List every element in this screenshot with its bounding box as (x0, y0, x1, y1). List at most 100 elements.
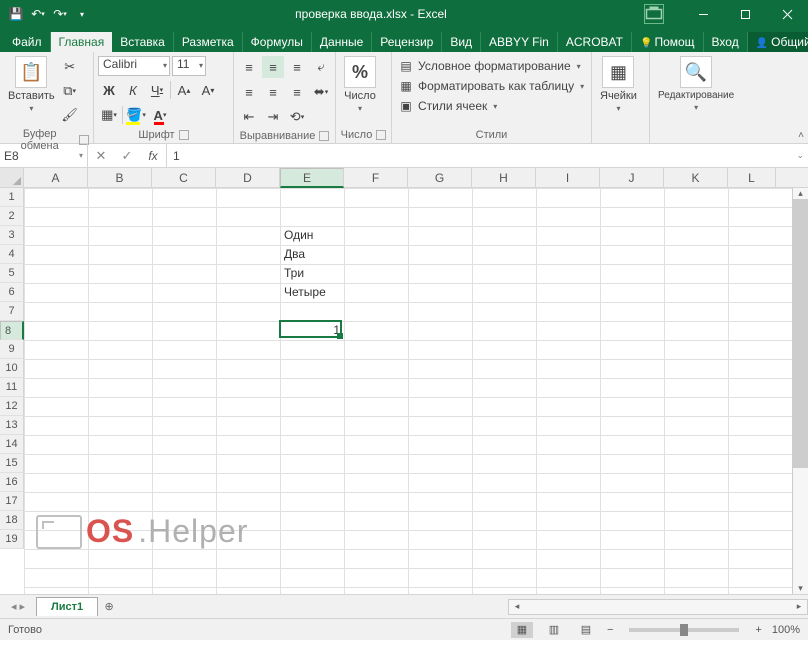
underline-button[interactable]: Ч▾ (146, 79, 168, 101)
tab-abbyy fin[interactable]: ABBYY Fin (481, 32, 558, 52)
align-left-icon[interactable]: ≡ (238, 81, 260, 103)
sheet-nav[interactable]: ◂ ▸ (0, 600, 36, 613)
row-header-4[interactable]: 4 (0, 245, 24, 264)
paste-button[interactable]: 📋 Вставить ▾ (4, 54, 59, 115)
cell-styles-button[interactable]: ▣Стили ячеек▾ (396, 97, 499, 115)
col-header-C[interactable]: C (152, 168, 216, 187)
zoom-out-button[interactable]: − (607, 624, 613, 636)
increase-indent-icon[interactable]: ⇥ (262, 106, 284, 128)
format-painter-icon[interactable]: 🖌 (59, 104, 81, 126)
tell-me[interactable]: Помощ (632, 32, 704, 52)
row-header-19[interactable]: 19 (0, 530, 24, 549)
col-header-A[interactable]: A (24, 168, 88, 187)
signin[interactable]: Вход (704, 32, 748, 52)
align-right-icon[interactable]: ≡ (286, 81, 308, 103)
row-header-14[interactable]: 14 (0, 435, 24, 454)
tab-главная[interactable]: Главная (51, 32, 113, 52)
launcher-icon[interactable] (319, 131, 329, 141)
ribbon-display-options-icon[interactable] (644, 4, 664, 24)
orientation-icon[interactable]: ⟲▾ (286, 106, 308, 128)
zoom-in-button[interactable]: + (755, 624, 761, 636)
col-header-E[interactable]: E (280, 168, 344, 188)
undo-icon[interactable]: ↶▾ (30, 6, 46, 22)
sheet-tab-active[interactable]: Лист1 (36, 597, 98, 616)
tab-acrobat[interactable]: ACROBAT (558, 32, 632, 52)
bold-button[interactable]: Ж (98, 79, 120, 101)
save-icon[interactable]: 💾 (8, 6, 24, 22)
align-middle-icon[interactable]: ≡ (262, 56, 284, 78)
conditional-formatting-button[interactable]: ▤Условное форматирование▾ (396, 57, 583, 75)
fx-icon[interactable]: fx (140, 149, 166, 163)
editing-button[interactable]: 🔍Редактирование▾ (654, 54, 738, 114)
col-header-I[interactable]: I (536, 168, 600, 187)
row-header-7[interactable]: 7 (0, 302, 24, 321)
decrease-font-icon[interactable]: A▾ (197, 79, 219, 101)
close-button[interactable] (766, 0, 808, 28)
cell-E5[interactable]: Три (280, 264, 344, 283)
cell-E3[interactable]: Один (280, 226, 344, 245)
qat-customize-icon[interactable]: ▾ (74, 6, 90, 22)
fill-color-icon[interactable]: 🪣▾ (125, 104, 147, 126)
copy-icon[interactable]: ⧉▾ (59, 80, 81, 102)
font-color-icon[interactable]: A▾ (149, 104, 171, 126)
col-header-B[interactable]: B (88, 168, 152, 187)
formula-input[interactable]: 1⌄ (167, 144, 808, 167)
row-header-15[interactable]: 15 (0, 454, 24, 473)
row-header-3[interactable]: 3 (0, 226, 24, 245)
tab-формулы[interactable]: Формулы (243, 32, 312, 52)
cell-E8[interactable]: 1 (280, 321, 344, 340)
merge-icon[interactable]: ⬌▾ (310, 81, 332, 103)
zoom-slider[interactable] (629, 628, 739, 632)
borders-icon[interactable]: ▦▾ (98, 104, 120, 126)
launcher-icon[interactable] (376, 130, 386, 140)
increase-font-icon[interactable]: A▴ (173, 79, 195, 101)
maximize-button[interactable] (724, 0, 766, 28)
tab-вставка[interactable]: Вставка (112, 32, 174, 52)
col-header-F[interactable]: F (344, 168, 408, 187)
col-header-H[interactable]: H (472, 168, 536, 187)
cut-icon[interactable]: ✂ (59, 56, 81, 78)
col-header-J[interactable]: J (600, 168, 664, 187)
row-header-1[interactable]: 1 (0, 188, 24, 207)
col-header-D[interactable]: D (216, 168, 280, 187)
cells-button[interactable]: ▦Ячейки▾ (596, 54, 641, 115)
row-header-16[interactable]: 16 (0, 473, 24, 492)
expand-formula-icon[interactable]: ⌄ (796, 150, 804, 161)
decrease-indent-icon[interactable]: ⇤ (238, 106, 260, 128)
collapse-ribbon-icon[interactable]: ˄ (798, 130, 804, 141)
wrap-text-icon[interactable]: ⤶ (310, 56, 332, 78)
row-header-17[interactable]: 17 (0, 492, 24, 511)
new-sheet-button[interactable]: ⊕ (98, 600, 120, 613)
normal-view-icon[interactable]: ▦ (511, 622, 533, 638)
row-header-6[interactable]: 6 (0, 283, 24, 302)
row-header-13[interactable]: 13 (0, 416, 24, 435)
row-header-12[interactable]: 12 (0, 397, 24, 416)
cell-E4[interactable]: Два (280, 245, 344, 264)
col-header-L[interactable]: L (728, 168, 776, 187)
redo-icon[interactable]: ↷▾ (52, 6, 68, 22)
col-header-K[interactable]: K (664, 168, 728, 187)
tab-file[interactable]: Файл (4, 32, 51, 52)
enter-icon[interactable]: ✓ (114, 148, 140, 164)
vertical-scrollbar[interactable]: ▴ ▾ (792, 188, 808, 594)
name-box[interactable]: E8▾ (0, 144, 88, 167)
italic-button[interactable]: К (122, 79, 144, 101)
font-name-select[interactable]: Calibri▾ (98, 56, 170, 76)
page-layout-view-icon[interactable]: ▥ (543, 622, 565, 638)
row-header-9[interactable]: 9 (0, 340, 24, 359)
horizontal-scrollbar[interactable]: ◂▸ (508, 599, 808, 615)
tab-разметка[interactable]: Разметка (174, 32, 243, 52)
row-header-18[interactable]: 18 (0, 511, 24, 530)
tab-рецензир[interactable]: Рецензир (372, 32, 442, 52)
launcher-icon[interactable] (179, 130, 189, 140)
number-format-button[interactable]: % Число ▾ (340, 54, 380, 115)
align-top-icon[interactable]: ≡ (238, 56, 260, 78)
page-break-view-icon[interactable]: ▤ (575, 622, 597, 638)
select-all-button[interactable] (0, 168, 24, 187)
cancel-icon[interactable]: ✕ (88, 148, 114, 164)
cells-area[interactable]: ОдинДваТриЧетыре1 (24, 188, 792, 594)
align-bottom-icon[interactable]: ≡ (286, 56, 308, 78)
row-header-2[interactable]: 2 (0, 207, 24, 226)
tab-данные[interactable]: Данные (312, 32, 372, 52)
zoom-level[interactable]: 100% (772, 624, 800, 636)
